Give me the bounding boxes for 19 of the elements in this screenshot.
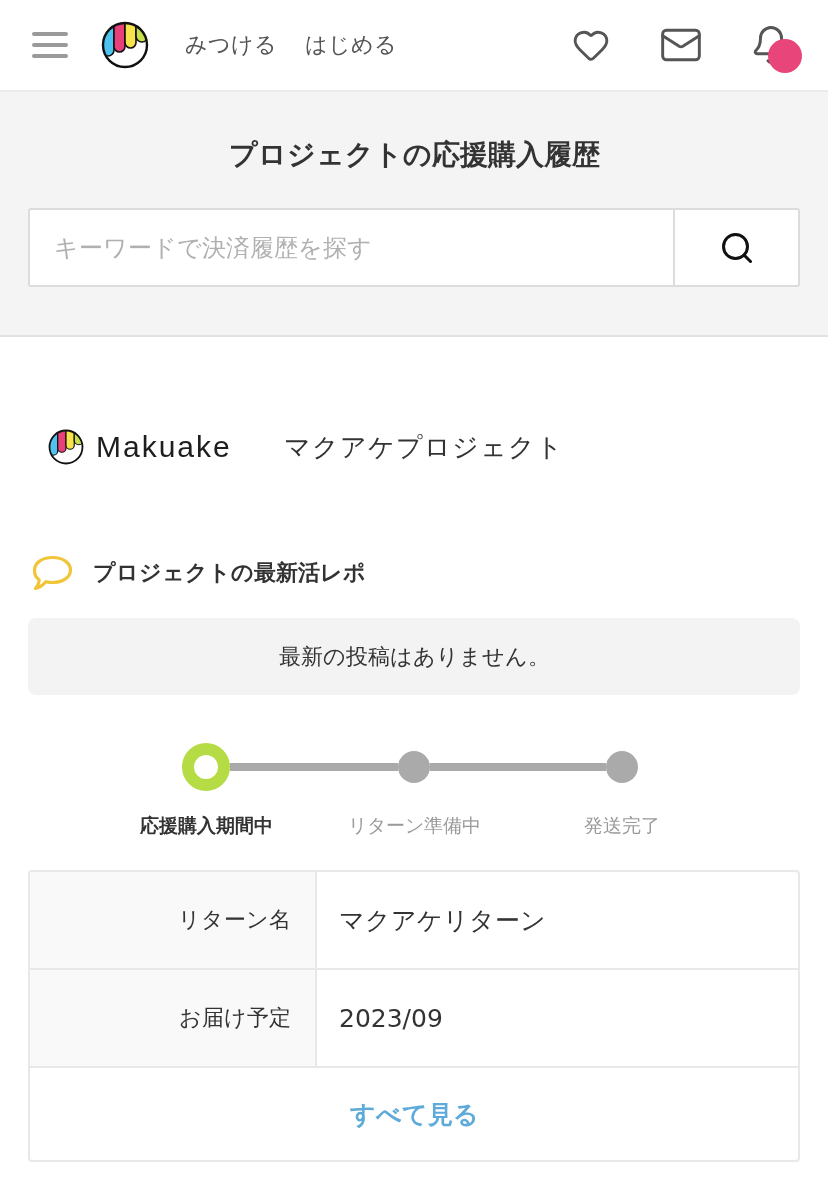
nav-link[interactable]: みつける (185, 30, 277, 60)
brand-logo-icon (48, 429, 84, 465)
logo-icon[interactable] (101, 21, 149, 69)
page-title: プロジェクトの応援購入履歴 (227, 137, 601, 173)
step-label: 発送完了 (584, 813, 660, 837)
step-label: リターン準備中 (347, 813, 481, 837)
step-label: 応援購入期間中 (139, 813, 273, 837)
nav-link[interactable]: はじめる (305, 30, 397, 60)
search-field[interactable]: キーワードで決済履歴を探す (28, 208, 673, 287)
detail-value: マクアケリターン (317, 872, 798, 970)
project-name: マクアケプロジェクト (283, 430, 564, 464)
detail-label: お届け予定 (30, 970, 317, 1068)
empty-message: 最新の投稿はありません。 (28, 618, 800, 695)
search-button[interactable] (673, 208, 800, 287)
detail-label: リターン名 (30, 872, 317, 970)
speech-bubble-icon (32, 555, 73, 591)
brand-wordmark: Makuake (96, 429, 232, 465)
menu-button[interactable] (32, 32, 68, 58)
section-heading: プロジェクトの最新活レポ (93, 559, 366, 587)
